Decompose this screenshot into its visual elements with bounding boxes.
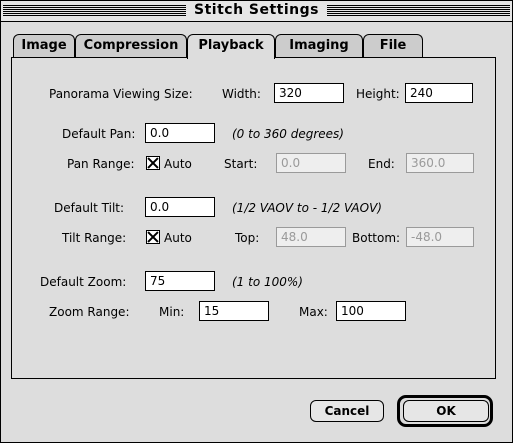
pan-range-label: Pan Range:: [67, 157, 135, 171]
default-zoom-label: Default Zoom:: [40, 275, 127, 289]
tab-image[interactable]: Image: [13, 34, 75, 57]
width-field[interactable]: [274, 83, 344, 103]
zoom-min-field[interactable]: [199, 301, 269, 321]
pan-auto-checkbox[interactable]: [146, 156, 160, 170]
tab-imaging[interactable]: Imaging: [275, 34, 363, 57]
tilt-top-label: Top:: [235, 231, 260, 245]
default-zoom-hint: (1 to 100%): [232, 275, 303, 289]
window-title: Stitch Settings: [186, 2, 327, 18]
tab-playback[interactable]: Playback: [187, 34, 275, 59]
playback-panel: Panorama Viewing Size: Width: Height: De…: [11, 57, 496, 379]
ok-button[interactable]: OK: [403, 400, 489, 422]
pan-end-label: End:: [368, 157, 395, 171]
stitch-settings-window: Stitch Settings Image Compression Playba…: [0, 0, 513, 443]
tilt-auto-checkbox[interactable]: [146, 230, 160, 244]
pan-start-label: Start:: [224, 157, 258, 171]
tilt-bottom-field[interactable]: [406, 227, 474, 247]
zoom-max-label: Max:: [299, 305, 328, 319]
title-bar[interactable]: Stitch Settings: [1, 1, 512, 22]
default-tilt-hint: (1/2 VAOV to - 1/2 VAOV): [232, 201, 382, 215]
default-pan-field[interactable]: [145, 123, 215, 143]
height-field[interactable]: [405, 83, 473, 103]
zoom-max-field[interactable]: [336, 301, 406, 321]
width-label: Width:: [222, 87, 261, 101]
default-tilt-label: Default Tilt:: [54, 201, 125, 215]
viewing-size-label: Panorama Viewing Size:: [49, 87, 193, 101]
pan-end-field[interactable]: [406, 153, 474, 173]
tab-compression[interactable]: Compression: [75, 34, 187, 57]
cancel-button[interactable]: Cancel: [310, 400, 384, 422]
default-pan-label: Default Pan:: [62, 127, 136, 141]
tilt-bottom-label: Bottom:: [352, 231, 401, 245]
pan-auto-label: Auto: [164, 157, 192, 171]
tilt-range-label: Tilt Range:: [62, 231, 127, 245]
tilt-top-field[interactable]: [276, 227, 346, 247]
height-label: Height:: [356, 87, 400, 101]
default-pan-hint: (0 to 360 degrees): [232, 127, 344, 141]
tilt-auto-label: Auto: [164, 231, 192, 245]
zoom-range-label: Zoom Range:: [49, 305, 130, 319]
pan-start-field[interactable]: [276, 153, 346, 173]
tab-file[interactable]: File: [363, 34, 423, 57]
zoom-min-label: Min:: [159, 305, 185, 319]
default-tilt-field[interactable]: [145, 197, 215, 217]
default-zoom-field[interactable]: [145, 271, 215, 291]
